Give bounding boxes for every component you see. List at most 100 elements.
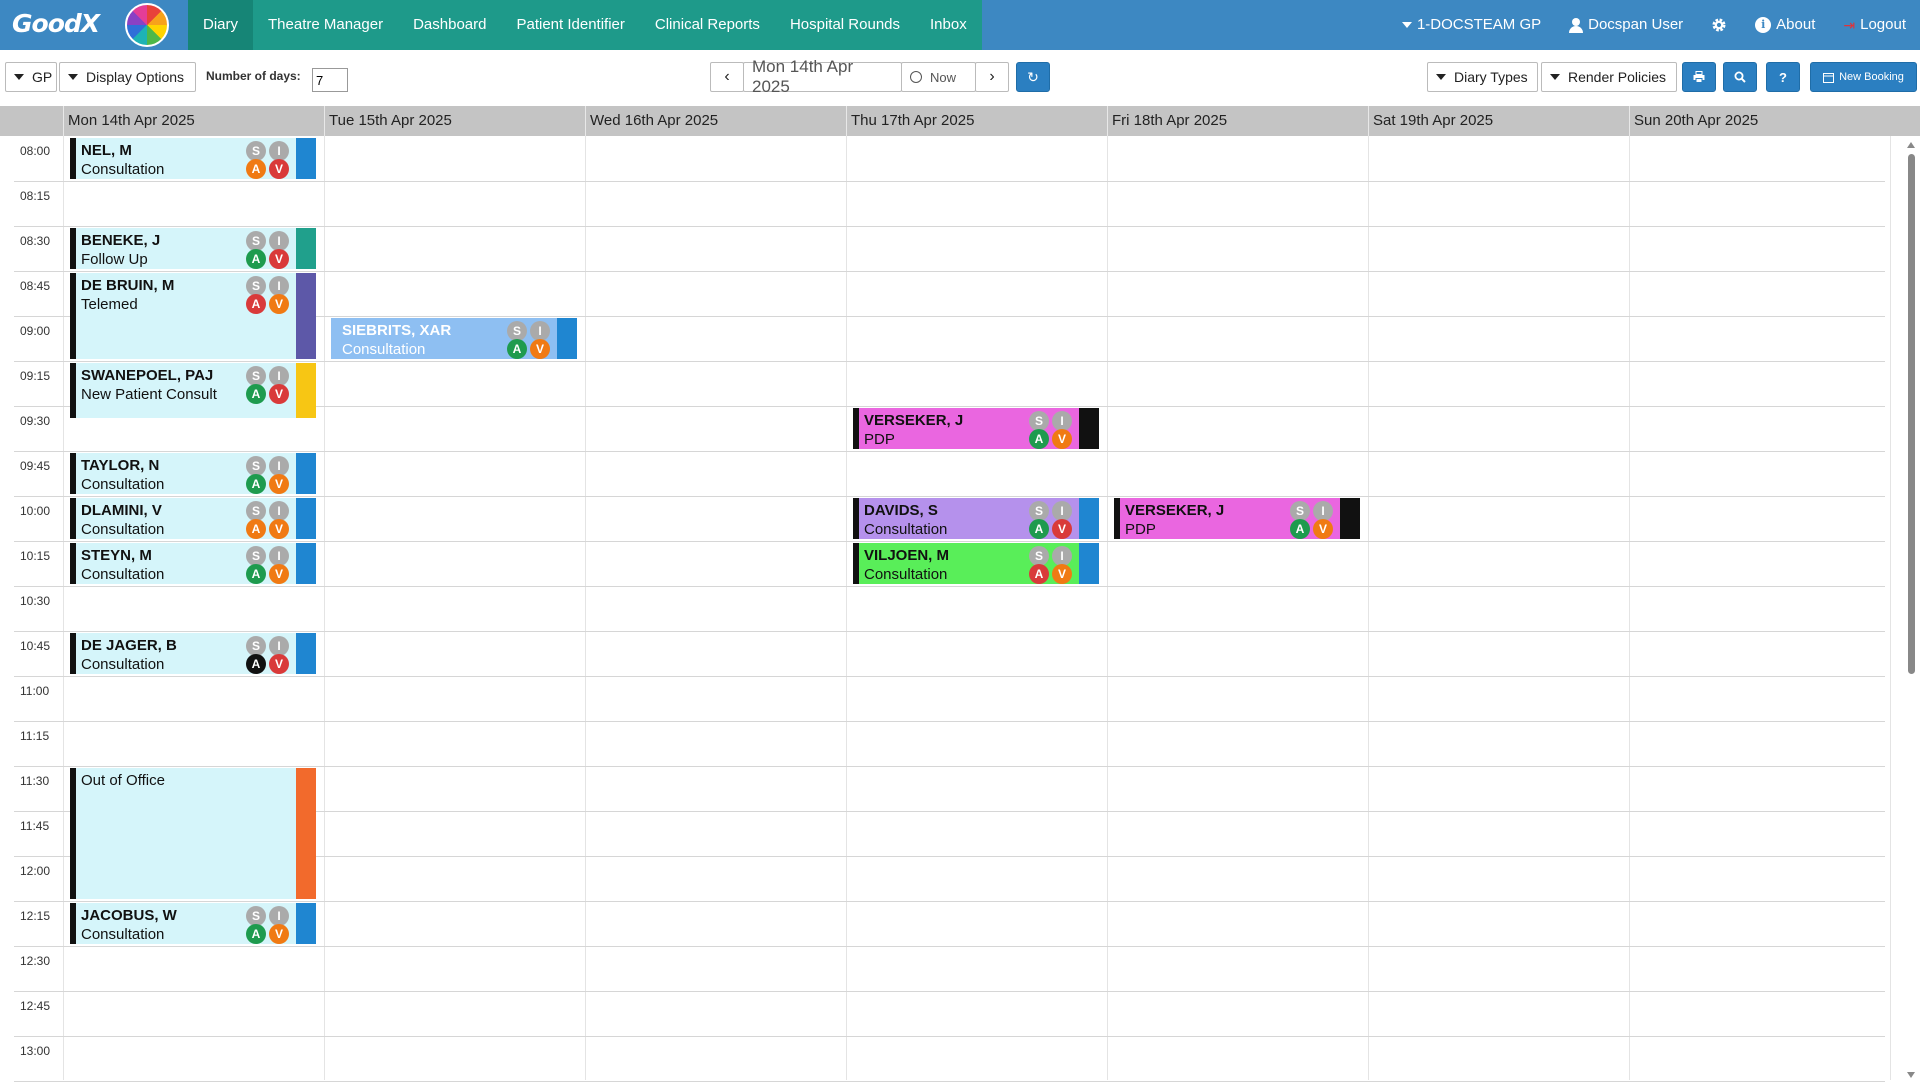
appointment-card[interactable]: TAYLOR, N Consultation S I A V bbox=[70, 453, 316, 494]
visit-status-icon[interactable]: V bbox=[1052, 429, 1072, 449]
info-status-icon[interactable]: I bbox=[269, 906, 289, 926]
appointment-card[interactable]: SIEBRITS, XAR Consultation S I A V bbox=[331, 318, 577, 359]
nav-clinical-reports[interactable]: Clinical Reports bbox=[640, 0, 775, 50]
arrival-status-icon[interactable]: A bbox=[246, 249, 266, 269]
arrival-status-icon[interactable]: A bbox=[246, 294, 266, 314]
arrival-status-icon[interactable]: A bbox=[246, 654, 266, 674]
current-date-field[interactable]: Mon 14th Apr 2025 bbox=[743, 57, 902, 96]
arrival-status-icon[interactable]: A bbox=[246, 924, 266, 944]
nav-theatre-manager[interactable]: Theatre Manager bbox=[253, 0, 398, 50]
appointment-card[interactable]: STEYN, M Consultation S I A V bbox=[70, 543, 316, 584]
appointment-card[interactable]: JACOBUS, W Consultation S I A V bbox=[70, 903, 316, 944]
appointment-card[interactable]: VERSEKER, J PDP S I A V bbox=[1114, 498, 1360, 539]
goodx-logo[interactable]: GoodX bbox=[0, 0, 188, 50]
nav-diary[interactable]: Diary bbox=[188, 0, 254, 50]
calendar-grid[interactable]: 08:00 08:15 08:30 08:45 09:00 09:15 09:30 09:45… bbox=[0, 136, 1920, 1082]
appointment-card[interactable]: NEL, M Consultation S I A V bbox=[70, 138, 316, 179]
arrival-status-icon[interactable]: A bbox=[246, 519, 266, 539]
sms-status-icon[interactable]: S bbox=[1029, 546, 1049, 566]
diary-select-dropdown[interactable]: GP bbox=[5, 62, 57, 92]
appointment-card[interactable]: DE BRUIN, M Telemed S I A V bbox=[70, 273, 316, 359]
arrival-status-icon[interactable]: A bbox=[246, 159, 266, 179]
sms-status-icon[interactable]: S bbox=[507, 321, 527, 341]
appointment-card[interactable]: DLAMINI, V Consultation S I A V bbox=[70, 498, 316, 539]
scroll-down-icon[interactable] bbox=[1907, 1072, 1915, 1078]
sms-status-icon[interactable]: S bbox=[246, 501, 266, 521]
arrival-status-icon[interactable]: A bbox=[507, 339, 527, 359]
appointment-card[interactable]: DAVIDS, S Consultation S I A V bbox=[853, 498, 1099, 539]
visit-status-icon[interactable]: V bbox=[269, 519, 289, 539]
sms-status-icon[interactable]: S bbox=[246, 546, 266, 566]
day-header[interactable]: Fri 18th Apr 2025 bbox=[1107, 106, 1368, 136]
render-policies-dropdown[interactable]: Render Policies bbox=[1541, 62, 1677, 92]
search-button[interactable] bbox=[1723, 62, 1757, 92]
info-status-icon[interactable]: I bbox=[1052, 411, 1072, 431]
day-header[interactable]: Mon 14th Apr 2025 bbox=[63, 106, 324, 136]
arrival-status-icon[interactable]: A bbox=[246, 474, 266, 494]
refresh-button[interactable]: ↻ bbox=[1016, 62, 1050, 92]
arrival-status-icon[interactable]: A bbox=[246, 564, 266, 584]
day-header[interactable]: Sat 19th Apr 2025 bbox=[1368, 106, 1629, 136]
appointment-card[interactable]: VERSEKER, J PDP S I A V bbox=[853, 408, 1099, 449]
arrival-status-icon[interactable]: A bbox=[1029, 429, 1049, 449]
about-link[interactable]: i About bbox=[1741, 0, 1829, 50]
info-status-icon[interactable]: I bbox=[269, 456, 289, 476]
sms-status-icon[interactable]: S bbox=[246, 276, 266, 296]
visit-status-icon[interactable]: V bbox=[269, 924, 289, 944]
visit-status-icon[interactable]: V bbox=[269, 564, 289, 584]
arrival-status-icon[interactable]: A bbox=[1029, 519, 1049, 539]
scroll-up-icon[interactable] bbox=[1907, 142, 1915, 148]
nav-dashboard[interactable]: Dashboard bbox=[398, 0, 501, 50]
appointment-card[interactable]: VILJOEN, M Consultation S I A V bbox=[853, 543, 1099, 584]
info-status-icon[interactable]: I bbox=[269, 636, 289, 656]
appointment-card[interactable]: DE JAGER, B Consultation S I A V bbox=[70, 633, 316, 674]
arrival-status-icon[interactable]: A bbox=[1029, 564, 1049, 584]
calendar-scrollbar[interactable] bbox=[1906, 140, 1916, 1080]
nav-patient-identifier[interactable]: Patient Identifier bbox=[501, 0, 639, 50]
display-options-dropdown[interactable]: Display Options bbox=[59, 62, 196, 92]
visit-status-icon[interactable]: V bbox=[530, 339, 550, 359]
visit-status-icon[interactable]: V bbox=[1313, 519, 1333, 539]
arrival-status-icon[interactable]: A bbox=[1290, 519, 1310, 539]
sms-status-icon[interactable]: S bbox=[246, 636, 266, 656]
visit-status-icon[interactable]: V bbox=[1052, 564, 1072, 584]
nav-inbox[interactable]: Inbox bbox=[915, 0, 982, 50]
sms-status-icon[interactable]: S bbox=[246, 141, 266, 161]
logout-link[interactable]: ⇥ Logout bbox=[1829, 0, 1920, 50]
help-button[interactable]: ? bbox=[1766, 62, 1800, 92]
info-status-icon[interactable]: I bbox=[269, 276, 289, 296]
days-input[interactable] bbox=[312, 68, 348, 92]
sms-status-icon[interactable]: S bbox=[1029, 411, 1049, 431]
sms-status-icon[interactable]: S bbox=[1290, 501, 1310, 521]
visit-status-icon[interactable]: V bbox=[269, 294, 289, 314]
settings-button[interactable] bbox=[1697, 17, 1741, 33]
info-status-icon[interactable]: I bbox=[269, 546, 289, 566]
scroll-thumb[interactable] bbox=[1908, 154, 1915, 674]
day-header[interactable]: Sun 20th Apr 2025 bbox=[1629, 106, 1890, 136]
next-date-button[interactable]: › bbox=[975, 62, 1009, 92]
arrival-status-icon[interactable]: A bbox=[246, 384, 266, 404]
day-header[interactable]: Thu 17th Apr 2025 bbox=[846, 106, 1107, 136]
appointment-card[interactable]: BENEKE, J Follow Up S I A V bbox=[70, 228, 316, 269]
info-status-icon[interactable]: I bbox=[1313, 501, 1333, 521]
info-status-icon[interactable]: I bbox=[530, 321, 550, 341]
visit-status-icon[interactable]: V bbox=[269, 654, 289, 674]
day-header[interactable]: Tue 15th Apr 2025 bbox=[324, 106, 585, 136]
visit-status-icon[interactable]: V bbox=[1052, 519, 1072, 539]
info-status-icon[interactable]: I bbox=[269, 141, 289, 161]
sms-status-icon[interactable]: S bbox=[246, 231, 266, 251]
day-header[interactable]: Wed 16th Apr 2025 bbox=[585, 106, 846, 136]
nav-hospital-rounds[interactable]: Hospital Rounds bbox=[775, 0, 915, 50]
visit-status-icon[interactable]: V bbox=[269, 384, 289, 404]
info-status-icon[interactable]: I bbox=[1052, 546, 1072, 566]
sms-status-icon[interactable]: S bbox=[1029, 501, 1049, 521]
new-booking-button[interactable]: New Booking bbox=[1810, 62, 1917, 92]
info-status-icon[interactable]: I bbox=[1052, 501, 1072, 521]
info-status-icon[interactable]: I bbox=[269, 501, 289, 521]
practice-dropdown[interactable]: 1-DOCSTEAM GP bbox=[1388, 0, 1555, 50]
sms-status-icon[interactable]: S bbox=[246, 906, 266, 926]
sms-status-icon[interactable]: S bbox=[246, 456, 266, 476]
info-status-icon[interactable]: I bbox=[269, 231, 289, 251]
appointment-card[interactable]: SWANEPOEL, PAJ New Patient Consult S I A V bbox=[70, 363, 316, 418]
appointment-card[interactable]: Out of Office bbox=[70, 768, 316, 899]
